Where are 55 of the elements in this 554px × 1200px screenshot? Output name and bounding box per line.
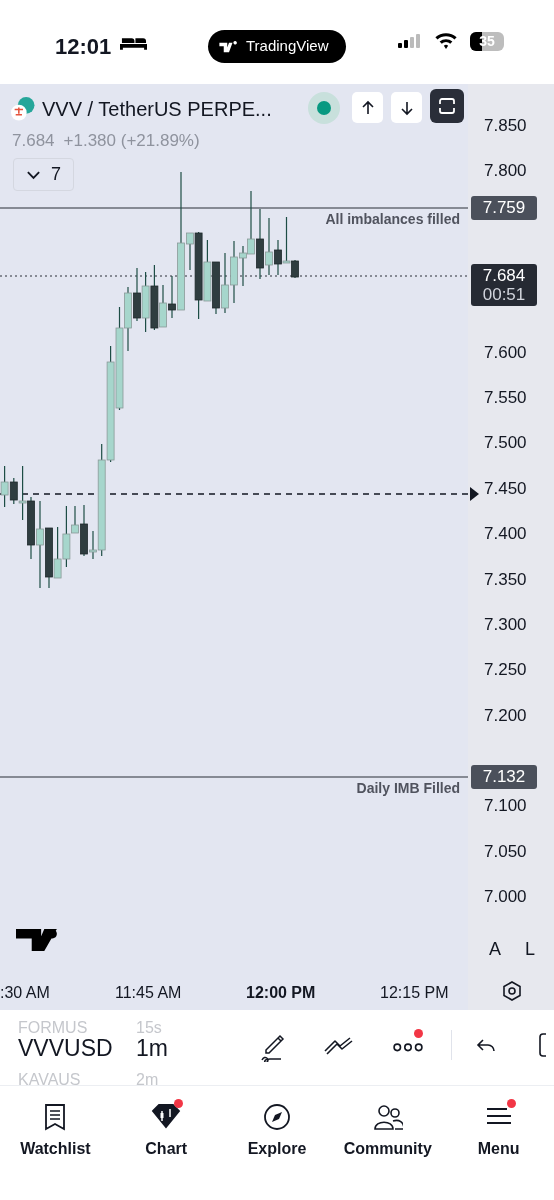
settings-icon[interactable]	[502, 981, 522, 1001]
price-tick: 7.800	[484, 161, 527, 182]
price-tick: 7.600	[484, 342, 527, 363]
chevron-down-icon	[26, 169, 41, 180]
time-tick: 12:15 PM	[380, 983, 449, 1003]
arrow-down-icon	[398, 99, 415, 116]
price-tick: 7.000	[484, 886, 527, 907]
price-tick: 7.400	[484, 524, 527, 545]
symbol-selector[interactable]: VVVUSD	[18, 1035, 113, 1061]
line-note: Daily IMB Filled	[356, 780, 460, 796]
price-value: 7.684	[482, 266, 526, 285]
scale-button[interactable]: A	[484, 936, 506, 963]
scale-button[interactable]: L	[519, 936, 541, 963]
countdown-timer: 00:51	[482, 285, 526, 304]
time-tick: 12:00 PM	[246, 983, 316, 1003]
wifi-icon	[434, 32, 458, 49]
candle	[141, 271, 150, 333]
app-name: TradingView	[246, 36, 329, 57]
clock-time: 12:01	[55, 33, 112, 61]
interval-selector[interactable]: 1m	[136, 1035, 168, 1061]
price-tick: 7.450	[484, 478, 527, 499]
tab-button[interactable]: Explore	[221, 1086, 333, 1200]
undo-icon[interactable]	[476, 1037, 496, 1053]
symbol-title[interactable]: VVV / TetherUS PERPE...	[42, 94, 272, 124]
indicator-toggle[interactable]: 7	[13, 158, 74, 191]
price-label: 7.759	[471, 196, 537, 220]
tab-button[interactable]: Community	[332, 1086, 444, 1200]
coin-logo-icon	[10, 97, 36, 121]
fullscreen-icon[interactable]	[538, 1032, 548, 1058]
candle	[203, 239, 212, 302]
live-indicator	[308, 92, 340, 124]
time-tick: 11:45 AM	[115, 983, 182, 1003]
fullscreen-icon	[438, 97, 456, 115]
signal-icon	[398, 34, 420, 48]
line-note: All imbalances filled	[325, 211, 460, 227]
logo-icon	[16, 929, 60, 951]
price-tick: 7.550	[484, 388, 527, 409]
fullscreen-button[interactable]	[430, 89, 464, 123]
scroll-up-button[interactable]	[352, 92, 383, 123]
price-tick: 7.850	[484, 116, 527, 136]
scroll-down-button[interactable]	[391, 92, 422, 123]
price-tick: 7.100	[484, 796, 527, 817]
price-tick: 7.500	[484, 433, 527, 454]
price-tick: 7.050	[484, 841, 527, 862]
price-change: +1.380 (+21.89%)	[63, 130, 200, 152]
price-tick: 7.300	[484, 614, 527, 635]
logo-icon	[218, 39, 240, 54]
last-price: 7.684	[12, 130, 55, 152]
price-tick: 7.250	[484, 660, 527, 681]
tab-button[interactable]: Menu	[443, 1086, 554, 1200]
price-tick: 7.200	[484, 705, 527, 726]
candle	[53, 526, 62, 579]
price-tick: 7.350	[484, 569, 527, 590]
price-label: 7.132	[471, 765, 537, 789]
time-tick: :30 AM	[0, 983, 50, 1003]
